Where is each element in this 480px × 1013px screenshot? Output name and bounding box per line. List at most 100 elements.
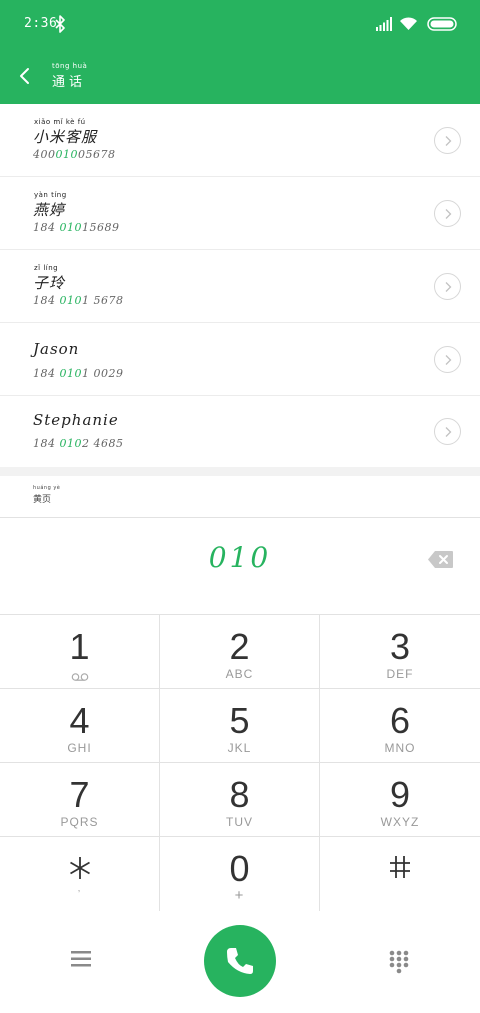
number-prefix: 184 xyxy=(33,437,60,450)
contact-number: 184 01015689 xyxy=(33,221,120,234)
contact-name-text: 子玲 xyxy=(33,274,66,292)
contact-number: 184 0101 0029 xyxy=(33,367,124,380)
key-letters: + xyxy=(234,887,245,904)
contact-number: 184 0102 4685 xyxy=(33,437,124,450)
key-digit: 3 xyxy=(389,626,411,667)
yellow-pages-pinyin: huáng yè xyxy=(33,485,61,491)
contact-name: Stephanie xyxy=(33,410,119,430)
key-letters: TUV xyxy=(226,815,253,829)
contact-number: 184 0101 5678 xyxy=(33,294,124,307)
key-letters: MNO xyxy=(384,741,416,755)
number-prefix: 184 xyxy=(33,294,60,307)
chevron-right-icon xyxy=(445,136,452,146)
status-bar: 2:36 xyxy=(0,0,480,50)
status-time: 2:36 xyxy=(24,16,58,31)
contact-name-text: 燕婷 xyxy=(33,201,66,219)
key-letters: DEF xyxy=(386,667,414,681)
contact-row[interactable]: yàn tíng 燕婷 184 01015689 xyxy=(0,177,480,250)
signal-icon xyxy=(376,17,392,31)
call-button[interactable] xyxy=(204,925,276,997)
chevron-right-icon xyxy=(445,282,452,292)
contact-name-pinyin: xiǎo mǐ kè fú xyxy=(34,118,86,126)
number-match: 010 xyxy=(55,148,78,161)
key-2[interactable]: 2 ABC xyxy=(160,615,320,689)
key-1[interactable]: 1 xyxy=(0,615,160,689)
key-digit: 4 xyxy=(69,700,90,741)
key-letters: PQRS xyxy=(60,815,99,829)
key-6[interactable]: 6 MNO xyxy=(320,689,480,763)
yellow-pages-label: 黄页 xyxy=(33,495,52,505)
voicemail-icon xyxy=(71,673,88,681)
hash-icon xyxy=(390,855,410,878)
key-9[interactable]: 9 WXYZ xyxy=(320,763,480,837)
section-divider xyxy=(0,467,480,476)
key-letters: ABC xyxy=(225,667,254,681)
number-suffix: 1 5678 xyxy=(82,294,124,307)
number-suffix: 1 0029 xyxy=(82,367,124,380)
key-star[interactable]: , xyxy=(0,837,160,911)
page-title-pinyin: tōng huà xyxy=(52,62,88,70)
key-digit: 2 xyxy=(229,626,250,667)
dialpad-icon[interactable] xyxy=(389,950,409,974)
chevron-left-icon[interactable] xyxy=(16,66,34,86)
key-letters: , xyxy=(77,883,82,893)
key-3[interactable]: 3 DEF xyxy=(320,615,480,689)
dialed-number: 010 xyxy=(208,541,272,574)
key-digit: 0 xyxy=(229,848,250,889)
contact-detail-button[interactable] xyxy=(434,273,461,300)
key-digit: 8 xyxy=(229,774,250,815)
contact-name: yàn tíng 燕婷 xyxy=(33,191,67,220)
page-title: tōng huà 通话 xyxy=(52,62,87,91)
number-suffix: 2 4685 xyxy=(82,437,124,450)
contact-number: 40001005678 xyxy=(33,148,116,161)
keypad: 1 2 ABC 3 DEF 4 GHI 5 JKL 6 MNO 7 PQRS 8… xyxy=(0,614,480,911)
contact-row[interactable]: xiǎo mǐ kè fú 小米客服 40001005678 xyxy=(0,104,480,177)
key-0[interactable]: 0 + xyxy=(160,837,320,911)
chevron-right-icon xyxy=(445,209,452,219)
contact-row[interactable]: Jason 184 0101 0029 xyxy=(0,323,480,396)
battery-icon xyxy=(427,17,457,31)
contact-name-pinyin: zǐ líng xyxy=(34,264,59,272)
chevron-right-icon xyxy=(445,355,452,365)
key-7[interactable]: 7 PQRS xyxy=(0,763,160,837)
number-suffix: 15689 xyxy=(82,221,120,234)
bottom-bar xyxy=(0,910,480,1013)
key-5[interactable]: 5 JKL xyxy=(160,689,320,763)
phone-icon xyxy=(227,948,253,974)
contact-detail-button[interactable] xyxy=(434,418,461,445)
key-8[interactable]: 8 TUV xyxy=(160,763,320,837)
key-digit: 5 xyxy=(229,700,250,741)
contact-row[interactable]: Stephanie 184 0102 4685 xyxy=(0,396,480,467)
contact-name: zǐ líng 子玲 xyxy=(33,264,65,293)
key-letters: JKL xyxy=(227,741,252,755)
number-prefix: 400 xyxy=(33,148,56,161)
key-digit: 1 xyxy=(69,626,90,667)
key-digit: 6 xyxy=(389,700,411,741)
asterisk-icon xyxy=(69,856,90,879)
contact-detail-button[interactable] xyxy=(434,127,461,154)
page-title-text: 通话 xyxy=(52,75,87,90)
dial-display: 010 xyxy=(0,518,480,614)
contact-name: xiǎo mǐ kè fú 小米客服 xyxy=(33,118,97,147)
contact-detail-button[interactable] xyxy=(434,200,461,227)
backspace-icon[interactable] xyxy=(427,550,454,569)
key-digit: 7 xyxy=(69,774,90,815)
bluetooth-icon xyxy=(55,15,65,33)
key-4[interactable]: 4 GHI xyxy=(0,689,160,763)
yellow-pages-hint[interactable]: huáng yè 黄页 xyxy=(33,485,60,505)
key-digit xyxy=(320,837,480,889)
number-prefix: 184 xyxy=(33,367,60,380)
number-match: 010 xyxy=(59,294,82,307)
key-hash[interactable] xyxy=(320,837,480,911)
number-match: 010 xyxy=(59,221,82,234)
wifi-icon xyxy=(400,17,417,30)
contact-name-pinyin: yàn tíng xyxy=(34,191,67,199)
key-letters: WXYZ xyxy=(380,815,420,829)
number-suffix: 05678 xyxy=(78,148,116,161)
menu-icon[interactable] xyxy=(70,950,92,968)
contact-detail-button[interactable] xyxy=(434,346,461,373)
contact-name: Jason xyxy=(33,339,79,359)
contact-row[interactable]: zǐ líng 子玲 184 0101 5678 xyxy=(0,250,480,323)
number-prefix: 184 xyxy=(33,221,60,234)
number-match: 010 xyxy=(59,367,82,380)
